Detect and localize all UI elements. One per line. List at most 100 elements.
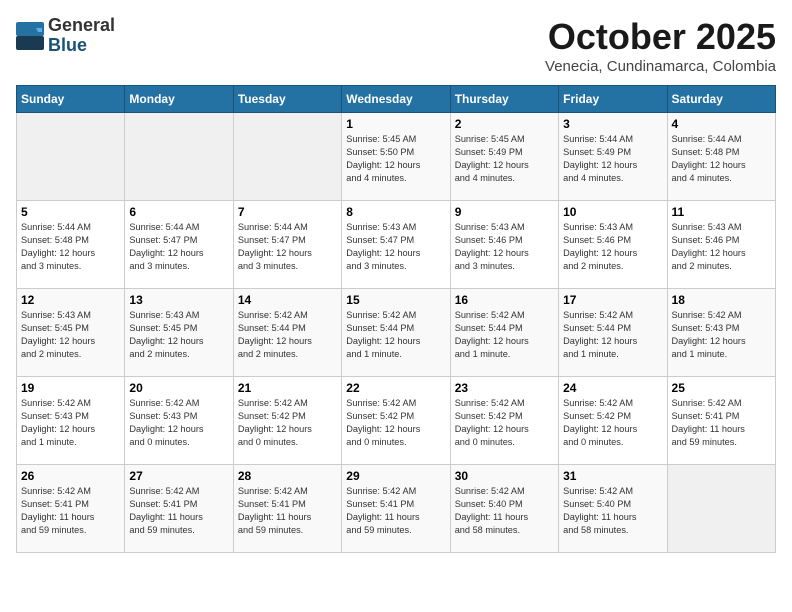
- logo-text: General Blue: [48, 16, 115, 56]
- day-info: Sunrise: 5:42 AM Sunset: 5:44 PM Dayligh…: [346, 309, 445, 361]
- day-number: 15: [346, 293, 445, 307]
- day-number: 16: [455, 293, 554, 307]
- logo-general: General: [48, 16, 115, 36]
- day-number: 20: [129, 381, 228, 395]
- weekday-header: Saturday: [667, 86, 775, 113]
- calendar-cell: 28 Sunrise: 5:42 AM Sunset: 5:41 PM Dayli…: [233, 465, 341, 553]
- day-info: Sunrise: 5:42 AM Sunset: 5:41 PM Dayligh…: [672, 397, 771, 449]
- calendar-cell: 5Sunrise: 5:44 AM Sunset: 5:48 PM Daylig…: [17, 201, 125, 289]
- calendar-cell: 18 Sunrise: 5:42 AM Sunset: 5:43 PM Dayli…: [667, 289, 775, 377]
- calendar-cell: 15 Sunrise: 5:42 AM Sunset: 5:44 PM Dayli…: [342, 289, 450, 377]
- weekday-header: Tuesday: [233, 86, 341, 113]
- weekday-header: Wednesday: [342, 86, 450, 113]
- day-info: Sunrise: 5:43 AM Sunset: 5:45 PM Dayligh…: [129, 309, 228, 361]
- weekday-header: Thursday: [450, 86, 558, 113]
- day-info: Sunrise: 5:42 AM Sunset: 5:41 PM Dayligh…: [129, 485, 228, 537]
- calendar-cell: 21Sunrise: 5:42 AM Sunset: 5:42 PM Dayli…: [233, 377, 341, 465]
- day-info: Sunrise: 5:43 AM Sunset: 5:46 PM Dayligh…: [455, 221, 554, 273]
- day-info: Sunrise: 5:44 AM Sunset: 5:48 PM Dayligh…: [672, 133, 771, 185]
- calendar-cell: 24 Sunrise: 5:42 AM Sunset: 5:42 PM Dayli…: [559, 377, 667, 465]
- day-info: Sunrise: 5:42 AM Sunset: 5:44 PM Dayligh…: [455, 309, 554, 361]
- day-info: Sunrise: 5:42 AM Sunset: 5:41 PM Dayligh…: [238, 485, 337, 537]
- day-info: Sunrise: 5:45 AM Sunset: 5:50 PM Dayligh…: [346, 133, 445, 185]
- day-info: Sunrise: 5:42 AM Sunset: 5:44 PM Dayligh…: [563, 309, 662, 361]
- calendar-body: 1 Sunrise: 5:45 AM Sunset: 5:50 PM Daylig…: [17, 113, 776, 553]
- day-number: 7: [238, 205, 337, 219]
- page-header: General Blue October 2025 Venecia, Cundi…: [16, 16, 776, 75]
- calendar-cell: 12 Sunrise: 5:43 AM Sunset: 5:45 PM Dayli…: [17, 289, 125, 377]
- day-number: 24: [563, 381, 662, 395]
- calendar-cell: 20 Sunrise: 5:42 AM Sunset: 5:43 PM Dayli…: [125, 377, 233, 465]
- day-number: 9: [455, 205, 554, 219]
- day-info: Sunrise: 5:42 AM Sunset: 5:43 PM Dayligh…: [672, 309, 771, 361]
- calendar-cell: 9 Sunrise: 5:43 AM Sunset: 5:46 PM Daylig…: [450, 201, 558, 289]
- day-number: 31: [563, 469, 662, 483]
- title-block: October 2025 Venecia, Cundinamarca, Colo…: [545, 16, 776, 75]
- day-info: Sunrise: 5:44 AM Sunset: 5:47 PM Dayligh…: [238, 221, 337, 273]
- day-number: 25: [672, 381, 771, 395]
- calendar-cell: 10Sunrise: 5:43 AM Sunset: 5:46 PM Dayli…: [559, 201, 667, 289]
- day-number: 18: [672, 293, 771, 307]
- day-number: 1: [346, 117, 445, 131]
- day-info: Sunrise: 5:42 AM Sunset: 5:43 PM Dayligh…: [129, 397, 228, 449]
- day-info: Sunrise: 5:42 AM Sunset: 5:40 PM Dayligh…: [455, 485, 554, 537]
- day-number: 30: [455, 469, 554, 483]
- calendar-cell: [667, 465, 775, 553]
- day-info: Sunrise: 5:42 AM Sunset: 5:42 PM Dayligh…: [346, 397, 445, 449]
- day-number: 6: [129, 205, 228, 219]
- logo-icon: [16, 22, 44, 50]
- day-info: Sunrise: 5:42 AM Sunset: 5:43 PM Dayligh…: [21, 397, 120, 449]
- calendar-cell: [233, 113, 341, 201]
- day-number: 27: [129, 469, 228, 483]
- day-info: Sunrise: 5:44 AM Sunset: 5:49 PM Dayligh…: [563, 133, 662, 185]
- calendar-cell: 3 Sunrise: 5:44 AM Sunset: 5:49 PM Daylig…: [559, 113, 667, 201]
- logo-blue: Blue: [48, 36, 115, 56]
- calendar-table: SundayMondayTuesdayWednesdayThursdayFrid…: [16, 85, 776, 553]
- calendar-cell: 29Sunrise: 5:42 AM Sunset: 5:41 PM Dayli…: [342, 465, 450, 553]
- weekday-header: Sunday: [17, 86, 125, 113]
- calendar-cell: 6Sunrise: 5:44 AM Sunset: 5:47 PM Daylig…: [125, 201, 233, 289]
- calendar-cell: 2Sunrise: 5:45 AM Sunset: 5:49 PM Daylig…: [450, 113, 558, 201]
- calendar-week-row: 1 Sunrise: 5:45 AM Sunset: 5:50 PM Daylig…: [17, 113, 776, 201]
- day-number: 11: [672, 205, 771, 219]
- calendar-cell: 30 Sunrise: 5:42 AM Sunset: 5:40 PM Dayli…: [450, 465, 558, 553]
- calendar-cell: 7 Sunrise: 5:44 AM Sunset: 5:47 PM Daylig…: [233, 201, 341, 289]
- day-number: 21: [238, 381, 337, 395]
- weekday-header: Monday: [125, 86, 233, 113]
- day-info: Sunrise: 5:43 AM Sunset: 5:47 PM Dayligh…: [346, 221, 445, 273]
- logo: General Blue: [16, 16, 115, 56]
- day-info: Sunrise: 5:42 AM Sunset: 5:40 PM Dayligh…: [563, 485, 662, 537]
- calendar-cell: 23 Sunrise: 5:42 AM Sunset: 5:42 PM Dayli…: [450, 377, 558, 465]
- calendar-cell: 11 Sunrise: 5:43 AM Sunset: 5:46 PM Dayli…: [667, 201, 775, 289]
- calendar-cell: 19Sunrise: 5:42 AM Sunset: 5:43 PM Dayli…: [17, 377, 125, 465]
- day-number: 12: [21, 293, 120, 307]
- day-number: 23: [455, 381, 554, 395]
- day-info: Sunrise: 5:42 AM Sunset: 5:42 PM Dayligh…: [455, 397, 554, 449]
- calendar-cell: 1 Sunrise: 5:45 AM Sunset: 5:50 PM Daylig…: [342, 113, 450, 201]
- day-number: 8: [346, 205, 445, 219]
- day-number: 13: [129, 293, 228, 307]
- day-info: Sunrise: 5:43 AM Sunset: 5:46 PM Dayligh…: [563, 221, 662, 273]
- day-number: 3: [563, 117, 662, 131]
- weekday-header-row: SundayMondayTuesdayWednesdayThursdayFrid…: [17, 86, 776, 113]
- calendar-cell: 25 Sunrise: 5:42 AM Sunset: 5:41 PM Dayli…: [667, 377, 775, 465]
- month-title: October 2025: [545, 16, 776, 58]
- day-number: 2: [455, 117, 554, 131]
- calendar-cell: 13 Sunrise: 5:43 AM Sunset: 5:45 PM Dayli…: [125, 289, 233, 377]
- day-info: Sunrise: 5:42 AM Sunset: 5:42 PM Dayligh…: [563, 397, 662, 449]
- calendar-cell: 14Sunrise: 5:42 AM Sunset: 5:44 PM Dayli…: [233, 289, 341, 377]
- day-number: 5: [21, 205, 120, 219]
- day-number: 28: [238, 469, 337, 483]
- calendar-cell: 31 Sunrise: 5:42 AM Sunset: 5:40 PM Dayli…: [559, 465, 667, 553]
- day-number: 29: [346, 469, 445, 483]
- calendar-cell: 4 Sunrise: 5:44 AM Sunset: 5:48 PM Daylig…: [667, 113, 775, 201]
- day-number: 4: [672, 117, 771, 131]
- day-info: Sunrise: 5:43 AM Sunset: 5:46 PM Dayligh…: [672, 221, 771, 273]
- calendar-cell: [125, 113, 233, 201]
- calendar-cell: 27 Sunrise: 5:42 AM Sunset: 5:41 PM Dayli…: [125, 465, 233, 553]
- calendar-week-row: 5Sunrise: 5:44 AM Sunset: 5:48 PM Daylig…: [17, 201, 776, 289]
- calendar-cell: 16 Sunrise: 5:42 AM Sunset: 5:44 PM Dayli…: [450, 289, 558, 377]
- day-info: Sunrise: 5:42 AM Sunset: 5:44 PM Dayligh…: [238, 309, 337, 361]
- day-info: Sunrise: 5:43 AM Sunset: 5:45 PM Dayligh…: [21, 309, 120, 361]
- location: Venecia, Cundinamarca, Colombia: [545, 58, 776, 75]
